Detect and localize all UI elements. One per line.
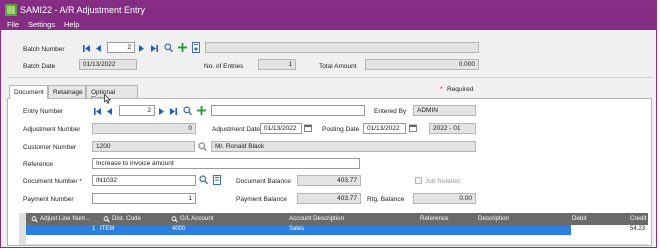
batch-date-field: 01/13/2022 <box>79 59 137 70</box>
menu-help[interactable]: Help <box>64 20 79 29</box>
total-amount-label: Total Amount <box>319 63 357 70</box>
payment-balance-label: Payment Balance <box>236 196 287 203</box>
num-entries-label: No. of Entries <box>204 63 244 70</box>
column-search-icon[interactable] <box>171 216 178 223</box>
tab-optional-fields[interactable]: Optional Fields <box>86 85 138 103</box>
menu-bar: File Settings Help <box>1 19 656 30</box>
grid-row-gutter <box>19 213 26 245</box>
last-batch-icon[interactable] <box>150 44 158 53</box>
adjustment-calendar-icon[interactable] <box>304 124 312 132</box>
column-search-icon[interactable] <box>31 216 38 223</box>
tab-retainage[interactable]: Retainage <box>48 85 86 98</box>
reference-label: Reference <box>23 161 53 168</box>
fiscal-period-field: 2022 - 01 <box>429 123 476 134</box>
cell-account-description[interactable]: Sales <box>289 226 304 232</box>
header-separator <box>7 77 652 78</box>
last-entry-icon[interactable] <box>169 107 177 116</box>
entry-number-label: Entry Number <box>23 108 64 115</box>
column-header-adjust-line[interactable]: Adjust Line Num... <box>40 215 91 222</box>
adjustment-date-field[interactable]: 01/13/2022 <box>260 123 302 134</box>
empty-table-row[interactable] <box>26 235 648 245</box>
column-header-account-description[interactable]: Account Description <box>289 215 344 222</box>
column-header-dist-code[interactable]: Dist. Code <box>112 215 141 222</box>
title-bar: SAMI22 - A/R Adjustment Entry <box>1 1 656 19</box>
cell-gl-account[interactable]: 4000 <box>172 226 185 232</box>
rtg-balance-label: Rtg. Balance <box>367 196 405 203</box>
document-number-field[interactable]: IN1032 <box>92 175 196 186</box>
batch-number-label: Batch Number <box>23 46 65 53</box>
new-entry-icon[interactable] <box>197 106 206 115</box>
column-header-debit[interactable]: Debit <box>572 215 586 222</box>
ar-adjustment-entry-window: SAMI22 - A/R Adjustment Entry File Setti… <box>0 0 657 248</box>
selected-credit-cell[interactable]: 54.23 <box>571 225 648 235</box>
batch-number-field[interactable]: 2 <box>107 42 135 53</box>
payment-balance-field: 403.77 <box>297 193 361 204</box>
first-entry-icon[interactable] <box>94 107 102 116</box>
customer-number-field: 1200 <box>92 141 195 152</box>
required-label: Required <box>447 86 474 93</box>
first-batch-icon[interactable] <box>83 44 91 53</box>
menu-settings[interactable]: Settings <box>28 20 55 29</box>
app-icon <box>5 4 17 16</box>
payment-number-field[interactable]: 1 <box>92 193 196 204</box>
document-finder-icon[interactable] <box>199 175 208 185</box>
entered-by-field: ADMIN <box>413 105 476 116</box>
entered-by-label: Entered By <box>374 108 407 115</box>
cell-dist-code[interactable]: ITEM <box>100 226 114 232</box>
entry-finder-icon[interactable] <box>183 106 192 116</box>
posting-calendar-icon[interactable] <box>409 124 417 132</box>
total-amount-field: 0.000 <box>365 59 479 70</box>
job-related-label: Job Related <box>425 178 460 185</box>
column-header-description[interactable]: Description <box>478 215 509 222</box>
num-entries-field: 1 <box>258 59 296 70</box>
menu-file[interactable]: File <box>7 20 19 29</box>
adjustment-number-field: 0 <box>92 123 196 134</box>
rtg-balance-field: 0.00 <box>413 193 476 204</box>
table-row[interactable]: 1 ITEM 4000 Sales 0.00 54.23 <box>26 225 648 235</box>
column-header-gl-account[interactable]: G/L Account <box>180 215 213 222</box>
document-balance-label: Document Balance <box>236 178 291 185</box>
previous-entry-icon[interactable] <box>106 107 113 116</box>
customer-number-label: Customer Number <box>23 144 77 151</box>
new-batch-icon[interactable] <box>178 43 187 52</box>
posting-date-label: Posting Date <box>322 126 360 133</box>
adjustment-number-label: Adjustment Number <box>23 126 81 133</box>
job-related-checkbox[interactable] <box>415 177 422 184</box>
previous-batch-icon[interactable] <box>95 44 102 53</box>
reference-field[interactable]: Increase to invoice amount <box>92 158 360 169</box>
mouse-cursor-icon <box>104 94 111 104</box>
document-zoom-icon[interactable] <box>213 175 221 185</box>
document-balance-field: 403.77 <box>297 175 361 186</box>
window-title: SAMI22 - A/R Adjustment Entry <box>20 5 146 15</box>
batch-description-field <box>205 42 479 53</box>
tab-document[interactable]: Document <box>9 85 48 99</box>
batch-finder-icon[interactable] <box>164 43 173 53</box>
next-batch-icon[interactable] <box>138 44 145 53</box>
grid-header: Adjust Line Num... Dist. Code G/L Accoun… <box>26 213 648 225</box>
batch-info-icon[interactable] <box>192 42 200 53</box>
next-entry-icon[interactable] <box>158 107 165 116</box>
payment-number-label: Payment Number <box>23 196 74 203</box>
column-header-reference[interactable]: Reference <box>420 215 449 222</box>
posting-date-field[interactable]: 01/13/2022 <box>363 123 406 134</box>
cell-adjust-line[interactable]: 1 <box>92 226 95 232</box>
entry-description-field[interactable] <box>211 105 365 116</box>
document-number-label: Document Number * <box>23 178 82 185</box>
required-marker: * <box>440 86 443 93</box>
column-header-credit[interactable]: Credit <box>630 215 647 222</box>
customer-finder-icon[interactable] <box>198 142 207 152</box>
cell-credit[interactable]: 54.23 <box>630 226 645 232</box>
customer-name-field: Mr. Ronald Black <box>211 141 476 152</box>
batch-date-label: Batch Date <box>23 63 56 70</box>
column-search-icon[interactable] <box>103 216 110 223</box>
entry-number-field[interactable]: 2 <box>119 105 155 116</box>
adjustment-date-label: Adjustment Date <box>212 126 261 133</box>
